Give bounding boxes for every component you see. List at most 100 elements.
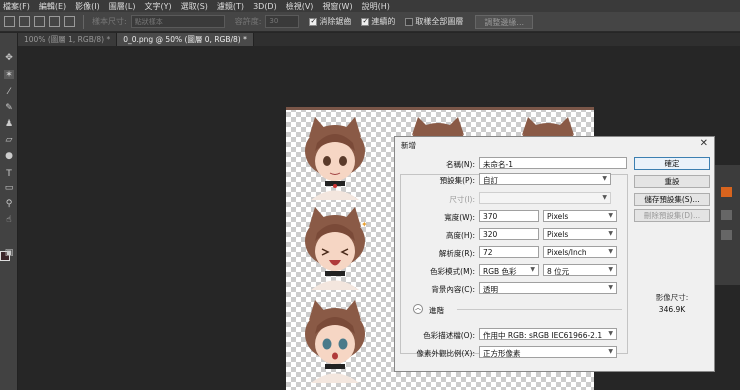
move-tool-icon[interactable]: ✥ [4, 53, 14, 63]
reset-button[interactable]: 重設 [634, 175, 710, 188]
chevron-down-icon: ▼ [608, 266, 613, 273]
chevron-down-icon: ▼ [608, 284, 613, 291]
color-mode-select[interactable]: RGB 色彩 ▼ [479, 264, 539, 276]
canvas-top-edge [286, 107, 594, 110]
sample-size-select[interactable]: 點狀樣本 [130, 15, 225, 28]
add-selection-icon[interactable] [34, 16, 45, 27]
menu-window[interactable]: 視窗(W) [322, 1, 352, 12]
menu-3d[interactable]: 3D(D) [253, 2, 277, 11]
width-input[interactable]: 370 [479, 210, 539, 222]
tab-document-2[interactable]: 0_0.png @ 50% (圖層 0, RGB/8) * [117, 33, 254, 46]
brush-tool-icon[interactable]: ✎ [4, 103, 14, 113]
resolution-input[interactable]: 72 [479, 246, 539, 258]
sprite-girl-smiling [305, 117, 365, 200]
close-icon[interactable]: ✕ [700, 138, 708, 149]
color-mode-label: 色彩模式(M): [430, 267, 475, 276]
menu-help[interactable]: 說明(H) [362, 1, 390, 12]
dialog-title: 新增 [401, 141, 416, 150]
image-size-label: 影像尺寸: [655, 293, 689, 302]
bit-depth-select[interactable]: 8 位元 ▼ [543, 264, 617, 276]
stamp-tool-icon[interactable]: ♟ [4, 119, 14, 129]
divider [83, 14, 84, 29]
zoom-tool-icon[interactable]: ⚲ [4, 199, 14, 209]
chevron-down-icon: ▼ [608, 212, 613, 219]
background-label: 背景內容(C): [431, 285, 475, 294]
size-select[interactable]: ▼ [479, 192, 611, 204]
options-bar: 樣本尺寸: 點狀樣本 容許度: 30 ✓ 消除鋸齒 ✓ 連續的 取樣全部圖層 調整邊… [0, 12, 740, 32]
chevron-down-icon: ▼ [608, 330, 613, 337]
menu-image[interactable]: 影像(I) [75, 1, 100, 12]
pixel-aspect-label: 像素外觀比例(X): [416, 349, 475, 358]
menu-edit[interactable]: 編輯(E) [39, 1, 66, 12]
name-input[interactable]: 未命名-1 [479, 157, 627, 169]
chevron-down-icon: ▼ [608, 248, 613, 255]
width-unit-select[interactable]: Pixels ▼ [543, 210, 617, 222]
magic-wand-preset-icon[interactable] [4, 16, 15, 27]
tab-document-1[interactable]: 100% (圖層 1, RGB/8) * [18, 33, 118, 46]
refine-edge-button[interactable]: 調整邊緣... [475, 14, 534, 29]
chevron-down-icon: ▼ [530, 266, 535, 273]
new-selection-icon[interactable] [19, 16, 30, 27]
resolution-unit-select[interactable]: Pixels/Inch ▼ [543, 246, 617, 258]
resolution-label: 解析度(R): [438, 249, 475, 258]
preset-label: 預設集(P): [439, 176, 475, 185]
document-tabs: 100% (圖層 1, RGB/8) * 0_0.png @ 50% (圖層 0… [18, 33, 740, 46]
chevron-down-icon: ▼ [602, 194, 607, 201]
chevron-down-icon: ▼ [602, 175, 607, 182]
check-icon: ✓ [361, 17, 370, 26]
color-profile-label: 色彩描述檔(O): [423, 331, 475, 340]
tolerance-label: 容許度: [234, 17, 262, 26]
right-panel-strip [713, 165, 740, 285]
swatches-panel-icon[interactable] [721, 210, 732, 220]
menu-layer[interactable]: 圖層(L) [109, 1, 136, 12]
height-input[interactable]: 320 [479, 228, 539, 240]
sprite-girl-surprised [305, 300, 365, 383]
magic-wand-tool-icon[interactable]: ✶ [4, 70, 14, 80]
tolerance-input[interactable]: 30 [265, 15, 300, 28]
intersect-selection-icon[interactable] [64, 16, 75, 27]
subtract-selection-icon[interactable] [49, 16, 60, 27]
delete-preset-button[interactable]: 刪除預設集(D)... [634, 209, 710, 222]
sprite-girl-laughing: ✦ [305, 207, 368, 290]
height-unit-select[interactable]: Pixels ▼ [543, 228, 617, 240]
tools-panel: ✥ ✶ ⁄ ✎ ♟ ▱ ● T ▭ ⚲ ☝ ▣ [0, 33, 18, 390]
chevron-down-icon: ▼ [608, 348, 613, 355]
menu-bar: 檔案(F) 編輯(E) 影像(I) 圖層(L) 文字(Y) 選取(S) 濾鏡(T… [0, 0, 740, 12]
preset-select[interactable]: 自訂 ▼ [479, 173, 611, 185]
blur-tool-icon[interactable]: ● [4, 151, 14, 161]
menu-select[interactable]: 選取(S) [181, 1, 208, 12]
background-select[interactable]: 透明 ▼ [479, 282, 617, 294]
hand-tool-icon[interactable]: ☝ [4, 215, 14, 225]
color-profile-select[interactable]: 作用中 RGB: sRGB IEC61966-2.1 ▼ [479, 328, 617, 340]
color-panel-icon[interactable] [721, 187, 732, 197]
pixel-aspect-select[interactable]: 正方形像素 ▼ [479, 346, 617, 358]
chevron-up-icon[interactable]: ︿ [413, 304, 423, 314]
type-tool-icon[interactable]: T [4, 169, 14, 179]
menu-type[interactable]: 文字(Y) [144, 1, 171, 12]
new-document-dialog: 新增 ✕ 名稱(N): 未命名-1 預設集(P): 自訂 ▼ 尺寸(I): ▼ 寬… [394, 136, 715, 372]
contiguous-checkbox[interactable]: ✓ 連續的 [361, 16, 395, 27]
menu-file[interactable]: 檔案(F) [3, 1, 30, 12]
eyedropper-tool-icon[interactable]: ⁄ [4, 87, 14, 97]
check-icon: ✓ [309, 17, 318, 26]
ok-button[interactable]: 確定 [634, 157, 710, 170]
layers-panel-icon[interactable] [721, 230, 732, 240]
sample-size-label: 樣本尺寸: [92, 17, 127, 26]
unchecked-box-icon [405, 17, 414, 26]
chevron-down-icon: ▼ [608, 230, 613, 237]
advanced-label: 進階 [429, 306, 444, 315]
width-label: 寬度(W): [444, 213, 475, 222]
menu-view[interactable]: 檢視(V) [286, 1, 314, 12]
menu-filter[interactable]: 濾鏡(T) [217, 1, 244, 12]
divider [457, 309, 622, 310]
height-label: 高度(H): [445, 231, 475, 240]
image-size-value: 346.9K [658, 305, 686, 314]
save-preset-button[interactable]: 儲存預設集(S)... [634, 193, 710, 206]
name-label: 名稱(N): [446, 160, 475, 169]
anti-alias-checkbox[interactable]: ✓ 消除鋸齒 [309, 16, 351, 27]
eraser-tool-icon[interactable]: ▱ [4, 135, 14, 145]
screen-mode-icon[interactable]: ▣ [4, 248, 14, 258]
size-label: 尺寸(I): [449, 195, 475, 204]
rectangle-tool-icon[interactable]: ▭ [4, 183, 14, 193]
sample-all-layers-checkbox[interactable]: 取樣全部圖層 [405, 16, 463, 27]
